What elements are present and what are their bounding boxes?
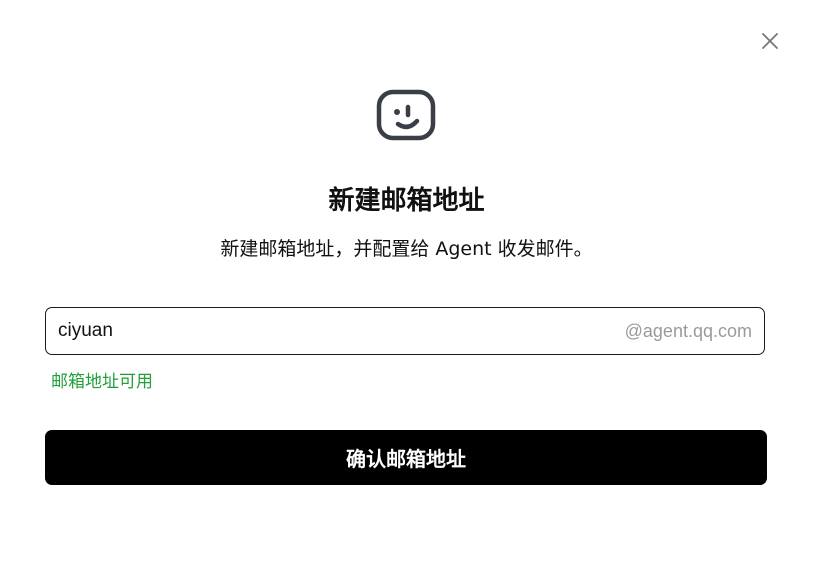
new-mailbox-dialog: 新建邮箱地址 新建邮箱地址，并配置给 Agent 收发邮件。 @agent.qq… <box>0 0 813 582</box>
email-domain-suffix: @agent.qq.com <box>624 320 752 341</box>
close-icon <box>762 33 778 49</box>
availability-status: 邮箱地址可用 <box>51 372 153 392</box>
dialog-subtitle: 新建邮箱地址，并配置给 Agent 收发邮件。 <box>220 238 593 260</box>
email-address-field[interactable]: @agent.qq.com <box>45 307 765 355</box>
confirm-email-button[interactable]: 确认邮箱地址 <box>45 430 767 485</box>
smiley-face-icon <box>376 89 436 141</box>
email-local-part-input[interactable] <box>46 308 625 354</box>
close-button[interactable] <box>756 27 784 55</box>
dialog-title: 新建邮箱地址 <box>328 186 485 216</box>
